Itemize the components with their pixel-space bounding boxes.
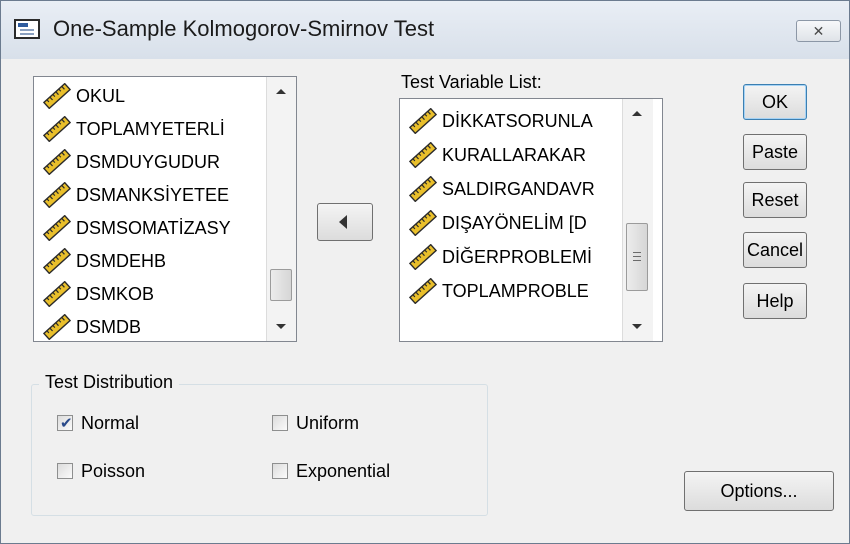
paste-button[interactable]: Paste (743, 134, 807, 170)
ruler-icon (408, 142, 438, 168)
ruler-icon (42, 182, 72, 208)
test-list-scrollbar[interactable] (622, 99, 653, 341)
ruler-icon (42, 149, 72, 175)
test-variable-list-label: Test Variable List: (401, 72, 542, 92)
dialog-window: One-Sample Kolmogorov-Smirnov Test ✕ OKU… (0, 0, 850, 544)
scroll-up-icon[interactable] (632, 111, 642, 116)
uniform-checkbox[interactable] (272, 415, 288, 431)
source-variable-list[interactable]: OKUL TOPLAMYETERLİ DSMDUYGUDUR DSMANKSİY… (33, 76, 297, 342)
ok-button[interactable]: OK (743, 84, 807, 120)
scroll-thumb[interactable] (626, 223, 648, 291)
list-item[interactable]: DSMSOMATİZASY (42, 212, 231, 244)
variable-name: DSMDB (76, 316, 142, 337)
test-variable-list[interactable]: DİKKATSORUNLA KURALLARAKAR SALDIRGANDAVR… (399, 98, 663, 342)
variable-name: DSMKOB (76, 283, 155, 304)
ruler-icon (42, 248, 72, 274)
source-list-scrollbar[interactable] (266, 77, 296, 341)
thumb-grip (633, 260, 641, 261)
list-item[interactable]: TOPLAMYETERLİ (42, 113, 225, 145)
ruler-icon (42, 116, 72, 142)
options-button[interactable]: Options... (684, 471, 834, 511)
ruler-icon (408, 176, 438, 202)
ruler-icon (408, 278, 438, 304)
poisson-checkbox[interactable] (57, 463, 73, 479)
arrow-left-icon (339, 215, 347, 229)
reset-button[interactable]: Reset (743, 182, 807, 218)
move-variable-button[interactable] (317, 203, 373, 241)
normal-label[interactable]: Normal (81, 413, 139, 434)
list-item[interactable]: SALDIRGANDAVR (408, 173, 595, 205)
list-item[interactable]: KURALLARAKAR (408, 139, 586, 171)
dialog-client: OKUL TOPLAMYETERLİ DSMDUYGUDUR DSMANKSİY… (10, 59, 839, 537)
variable-name: TOPLAMPROBLE (442, 280, 589, 301)
thumb-grip (633, 256, 641, 257)
variable-name: DSMDEHB (76, 250, 167, 271)
scroll-down-icon[interactable] (276, 324, 286, 329)
list-item[interactable]: DSMANKSİYETEE (42, 179, 229, 211)
ruler-icon (408, 108, 438, 134)
cancel-button[interactable]: Cancel (743, 232, 807, 268)
list-item[interactable]: DIŞAYÖNELİM [D (408, 207, 587, 239)
close-button[interactable]: ✕ (796, 20, 841, 42)
list-item[interactable]: DSMDB (42, 311, 142, 341)
title-bar[interactable]: One-Sample Kolmogorov-Smirnov Test ✕ (1, 1, 849, 59)
variable-name: TOPLAMYETERLİ (76, 118, 225, 139)
help-button[interactable]: Help (743, 283, 807, 319)
close-icon: ✕ (812, 23, 825, 39)
poisson-label[interactable]: Poisson (81, 461, 145, 482)
exponential-label[interactable]: Exponential (296, 461, 390, 482)
test-distribution-title: Test Distribution (39, 372, 180, 393)
list-item[interactable]: DSMDEHB (42, 245, 166, 277)
list-item[interactable]: OKUL (42, 80, 125, 112)
uniform-label[interactable]: Uniform (296, 413, 359, 434)
variable-name: OKUL (76, 85, 126, 106)
list-item[interactable]: DSMDUYGUDUR (42, 146, 220, 178)
variable-name: DIŞAYÖNELİM [D (442, 212, 587, 233)
check-mark-icon: ✔ (60, 415, 73, 432)
variable-name: DİĞERPROBLEMİ (442, 246, 593, 267)
ruler-icon (408, 244, 438, 270)
dialog-title: One-Sample Kolmogorov-Smirnov Test (53, 16, 435, 41)
thumb-grip (633, 252, 641, 253)
list-item[interactable]: DİKKATSORUNLA (408, 105, 593, 137)
list-item[interactable]: TOPLAMPROBLE (408, 275, 589, 307)
normal-checkbox[interactable]: ✔ (57, 415, 73, 431)
list-item[interactable]: DSMKOB (42, 278, 154, 310)
ruler-icon (42, 314, 72, 340)
scroll-thumb[interactable] (270, 269, 292, 301)
variable-name: DSMANKSİYETEE (76, 184, 230, 205)
variable-name: KURALLARAKAR (442, 144, 587, 165)
test-distribution-group (31, 384, 488, 516)
ruler-icon (42, 281, 72, 307)
scroll-down-icon[interactable] (632, 324, 642, 329)
exponential-checkbox[interactable] (272, 463, 288, 479)
scroll-up-icon[interactable] (276, 89, 286, 94)
variable-name: DİKKATSORUNLA (442, 110, 593, 131)
variable-name: DSMSOMATİZASY (76, 217, 231, 238)
list-item[interactable]: DİĞERPROBLEMİ (408, 241, 592, 273)
ruler-icon (42, 83, 72, 109)
dialog-icon (14, 19, 40, 39)
ruler-icon (42, 215, 72, 241)
variable-name: SALDIRGANDAVR (442, 178, 595, 199)
ruler-icon (408, 210, 438, 236)
variable-name: DSMDUYGUDUR (76, 151, 220, 172)
